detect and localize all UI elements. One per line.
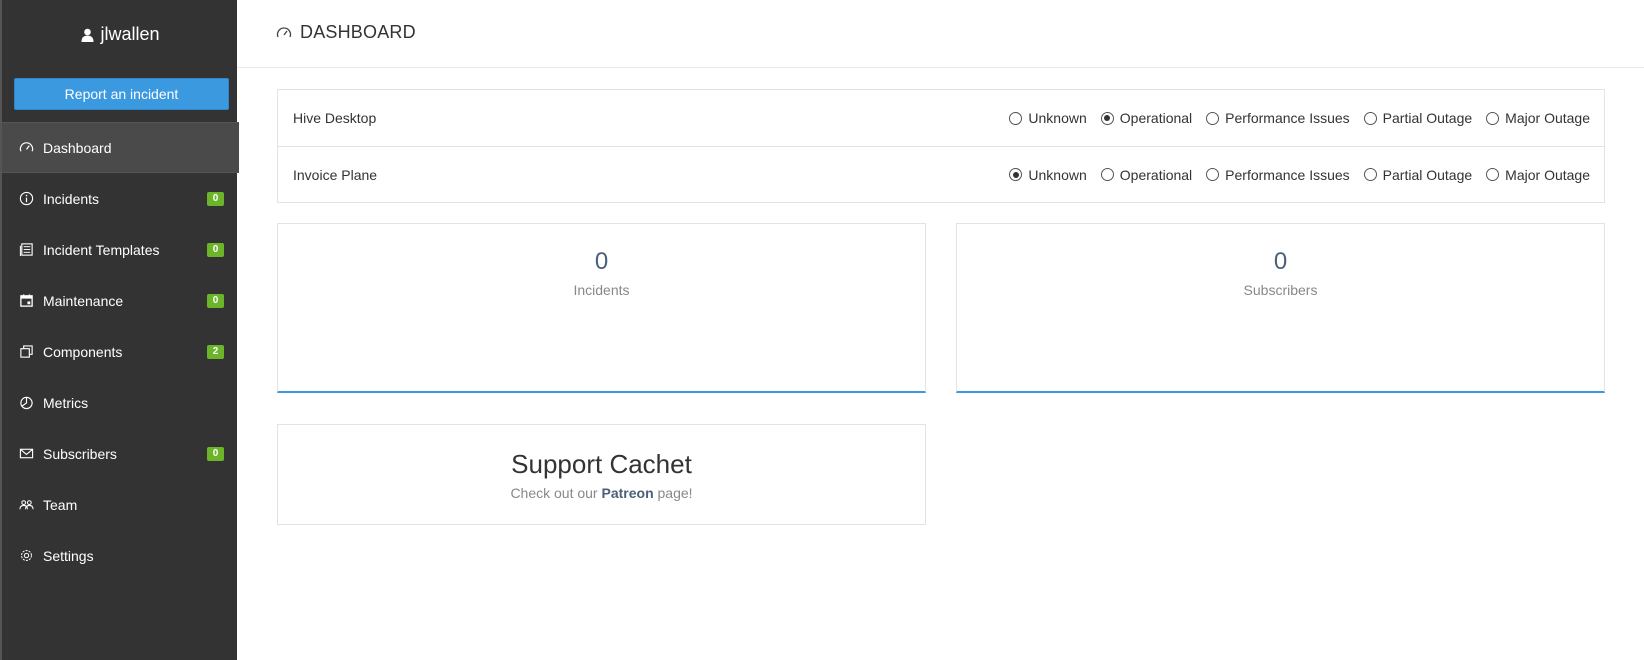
stat-label: Incidents: [573, 282, 630, 298]
status-major-outage-option[interactable]: Major Outage: [1486, 167, 1590, 183]
count-badge: 0: [207, 191, 224, 206]
gear-icon: [19, 548, 34, 563]
subscribers-stat-card[interactable]: 0 Subscribers: [956, 223, 1605, 393]
sidebar-item-metrics[interactable]: Metrics: [2, 377, 239, 428]
status-radio-group: Unknown Operational Performance Issues P…: [995, 147, 1590, 202]
team-icon: [19, 497, 34, 512]
status-operational-option[interactable]: Operational: [1100, 110, 1192, 126]
status-partial-outage-option[interactable]: Partial Outage: [1363, 110, 1472, 126]
sidebar-item-label: Dashboard: [43, 139, 112, 156]
report-incident-button[interactable]: Report an incident: [14, 78, 229, 110]
status-partial-outage-option[interactable]: Partial Outage: [1363, 167, 1472, 183]
sidebar-item-label: Maintenance: [43, 292, 124, 309]
radio-button[interactable]: [1100, 111, 1114, 125]
radio-button[interactable]: [1363, 168, 1377, 181]
stat-value: 0: [594, 248, 609, 275]
info-icon: [19, 191, 34, 206]
status-major-outage-option[interactable]: Major Outage: [1486, 110, 1590, 126]
radio-button[interactable]: [1206, 111, 1220, 125]
sidebar-item-incidents[interactable]: Incidents 0: [2, 173, 239, 224]
page-title: DASHBOARD: [276, 22, 416, 43]
radio-button[interactable]: [1486, 111, 1500, 125]
dashboard-icon: [276, 26, 292, 37]
sidebar-item-label: Settings: [43, 547, 94, 564]
envelope-icon: [19, 446, 34, 461]
radio-button[interactable]: [1206, 168, 1220, 181]
status-radio-group: Unknown Operational Performance Issues P…: [995, 90, 1590, 146]
support-card: Support Cachet Check out our Patreon pag…: [277, 424, 926, 525]
sidebar-item-label: Incident Templates: [43, 241, 160, 258]
radio-button[interactable]: [1009, 168, 1023, 181]
component-name: Hive Desktop: [293, 110, 377, 126]
user-profile[interactable]: jlwallen: [2, 24, 239, 45]
sidebar-item-label: Incidents: [43, 190, 100, 207]
count-badge: 2: [207, 344, 224, 359]
status-unknown-option[interactable]: Unknown: [1009, 167, 1087, 183]
page-title-text: DASHBOARD: [300, 22, 416, 42]
sidebar-nav: Dashboard Incidents 0 Incident Templates…: [2, 122, 239, 581]
status-unknown-option[interactable]: Unknown: [1009, 110, 1087, 126]
username: jlwallen: [100, 24, 160, 44]
stat-value: 0: [1273, 248, 1288, 275]
sidebar-item-subscribers[interactable]: Subscribers 0: [2, 428, 239, 479]
pie-chart-icon: [19, 395, 34, 410]
count-badge: 0: [207, 293, 224, 308]
support-title: Support Cachet: [511, 449, 692, 479]
sidebar-item-incident-templates[interactable]: Incident Templates 0: [2, 224, 239, 275]
component-row: Invoice Plane Unknown Operational Perfor…: [278, 146, 1604, 202]
incidents-stat-card[interactable]: 0 Incidents: [277, 223, 926, 393]
sidebar-item-label: Team: [43, 496, 78, 513]
template-icon: [19, 242, 34, 257]
radio-button[interactable]: [1009, 111, 1023, 125]
component-name: Invoice Plane: [293, 166, 378, 183]
component-status-list: Hive Desktop Unknown Operational Perform…: [277, 89, 1605, 203]
stat-label: Subscribers: [1243, 282, 1318, 298]
status-performance-issues-option[interactable]: Performance Issues: [1206, 167, 1350, 183]
sidebar-item-label: Metrics: [43, 394, 89, 411]
sidebar-item-team[interactable]: Team: [2, 479, 239, 530]
sidebar-item-components[interactable]: Components 2: [2, 326, 239, 377]
status-operational-option[interactable]: Operational: [1100, 167, 1192, 183]
count-badge: 0: [207, 242, 224, 257]
page-header: DASHBOARD: [237, 0, 1644, 68]
sidebar-item-label: Components: [43, 343, 123, 360]
sidebar-item-maintenance[interactable]: Maintenance 0: [2, 275, 239, 326]
support-text: Check out our Patreon page!: [510, 485, 693, 501]
component-row: Hive Desktop Unknown Operational Perform…: [278, 90, 1604, 146]
sidebar-item-dashboard[interactable]: Dashboard: [2, 122, 239, 173]
radio-button[interactable]: [1486, 168, 1500, 181]
count-badge: 0: [207, 446, 224, 461]
dashboard-icon: [19, 140, 34, 155]
calendar-icon: [19, 293, 34, 308]
patreon-link[interactable]: Patreon: [602, 485, 654, 501]
components-icon: [19, 344, 34, 359]
radio-button[interactable]: [1363, 111, 1377, 125]
sidebar: jlwallen Report an incident Dashboard In…: [0, 0, 239, 660]
sidebar-item-settings[interactable]: Settings: [2, 530, 239, 581]
radio-button[interactable]: [1100, 168, 1114, 181]
user-icon: [81, 28, 94, 42]
sidebar-item-label: Subscribers: [43, 445, 117, 462]
status-performance-issues-option[interactable]: Performance Issues: [1206, 110, 1350, 126]
